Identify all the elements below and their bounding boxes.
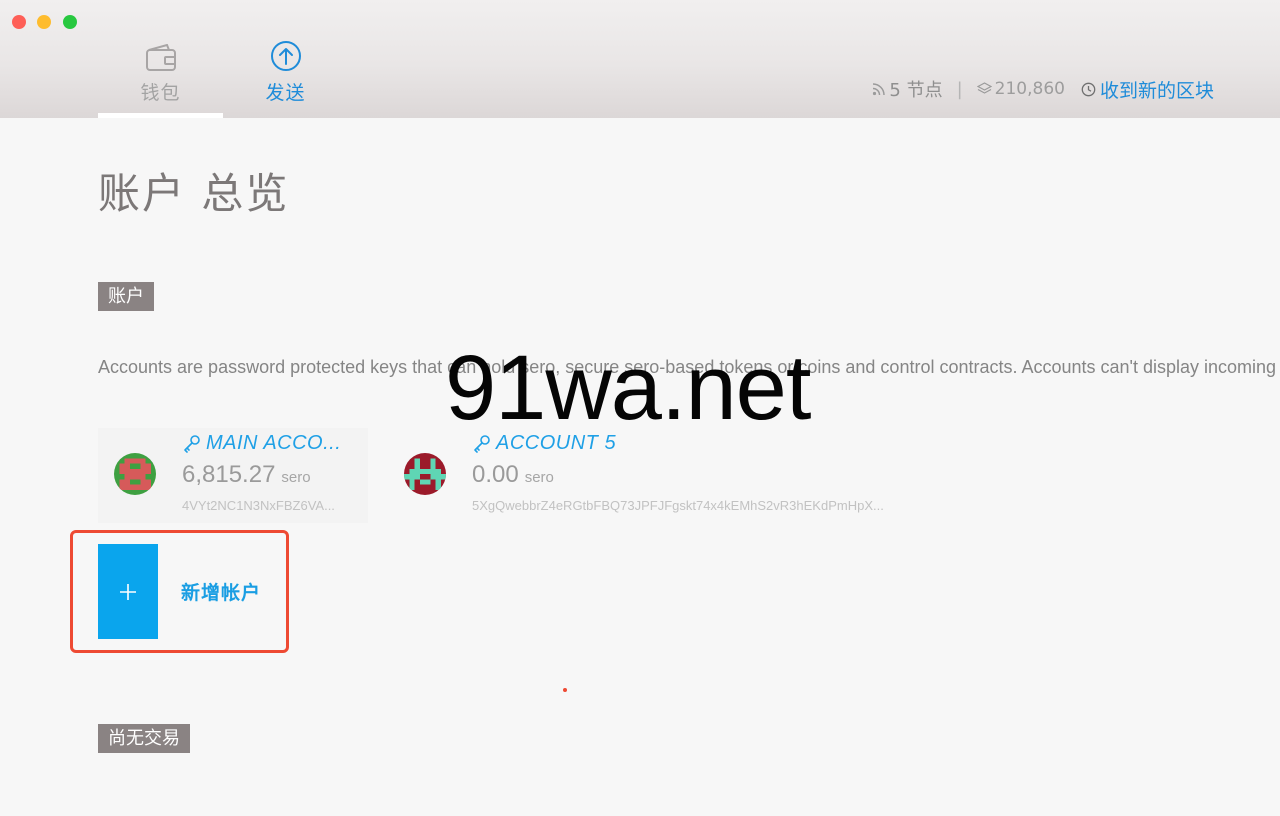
page-title: 账户 总览 [98,169,290,218]
account-info: MAIN ACCO... 6,815.27 sero 4VYt2NC1N3NxF… [182,432,362,513]
account-card-5[interactable]: ACCOUNT 5 0.00 sero 5XgQwebbrZ4eRGtbFBQ7… [388,428,948,523]
key-icon [184,434,200,453]
account-name-text: MAIN ACCO... [206,432,342,454]
no-transactions-heading: 尚无交易 [98,724,190,753]
minimize-window-button[interactable] [37,15,51,29]
peer-count-text: 5 节点 [889,80,943,101]
tab-wallet-label: 钱包 [140,82,181,104]
account-address: 5XgQwebbrZ4eRGtbFBQ73JPFJFgskt74x4kEMhS2… [472,498,884,513]
new-block-status: 收到新的区块 [1081,76,1214,103]
tab-send[interactable]: 发送 [223,38,348,118]
balance-unit: sero [281,469,311,486]
tab-send-label: 发送 [265,82,306,104]
rss-icon [873,83,886,96]
cursor-dot [563,688,567,692]
account-identicon [404,453,446,495]
balance-amount: 0.00 [472,461,519,488]
block-number: 210,860 [976,79,1065,99]
account-name[interactable]: MAIN ACCO... [182,432,362,455]
clock-icon [1081,82,1096,96]
account-address: 4VYt2NC1N3NxFBZ6VA... [182,498,335,513]
account-identicon [114,453,156,495]
balance-unit: sero [524,469,554,486]
add-account-label: 新增帐户 [181,582,262,604]
new-block-text: 收到新的区块 [1099,79,1214,102]
account-info: ACCOUNT 5 0.00 sero 5XgQwebbrZ4eRGtbFBQ7… [472,432,884,513]
accounts-section-heading: 账户 [98,282,154,311]
active-tab-indicator [98,113,223,118]
tab-wallet[interactable]: 钱包 [98,38,223,118]
title-bar: 钱包 发送 5 节点 | 210,860 收到新的区块 [0,0,1280,118]
network-status: 5 节点 | 210,860 收到新的区块 [872,76,1214,102]
watermark: 91wa.net [445,337,811,439]
plus-icon [98,544,158,639]
close-window-button[interactable] [12,15,26,29]
peer-count: 5 节点 [872,76,943,102]
block-number-text: 210,860 [994,79,1065,99]
wallet-icon [145,38,177,72]
account-balance: 0.00 sero [472,461,884,489]
layers-icon [976,82,992,94]
arrow-up-circle-icon [270,38,302,72]
zoom-window-button[interactable] [63,15,77,29]
add-account-button[interactable]: 新增帐户 [98,544,278,639]
account-card-main[interactable]: MAIN ACCO... 6,815.27 sero 4VYt2NC1N3NxF… [98,428,368,523]
account-balance: 6,815.27 sero [182,461,362,489]
balance-amount: 6,815.27 [182,461,276,488]
status-separator: | [956,78,963,100]
